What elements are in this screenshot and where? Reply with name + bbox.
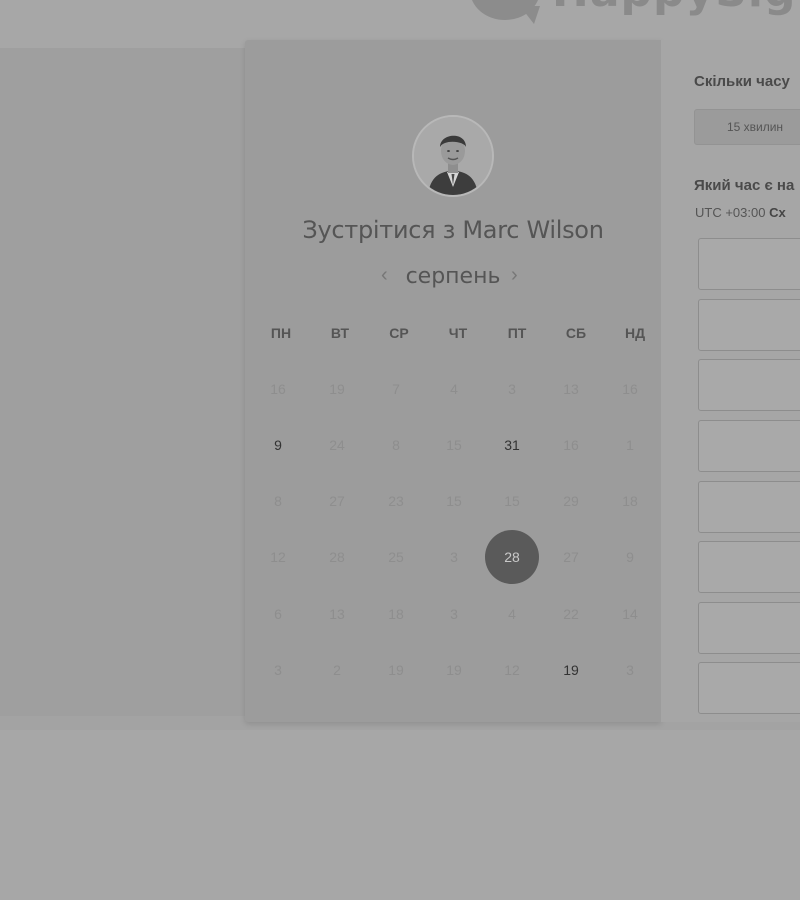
calendar-day: 3: [450, 606, 458, 622]
calendar-day: 29: [563, 493, 579, 509]
time-slot-button[interactable]: [698, 481, 800, 533]
calendar-day: 12: [504, 662, 520, 678]
calendar-day: 15: [446, 437, 462, 453]
time-slot-button[interactable]: [698, 541, 800, 593]
calendar-day: 1: [626, 437, 634, 453]
logo: HappySign: [470, 0, 800, 24]
calendar-day: 13: [563, 381, 579, 397]
calendar-panel: Зустрітися з Marc Wilson ‹ серпень › ПН В…: [245, 40, 661, 722]
weekday-header: ПН ВТ СР ЧТ ПТ СБ НД: [251, 325, 663, 345]
weekday-label: ВТ: [330, 325, 350, 341]
calendar-day-available[interactable]: 31: [485, 418, 539, 472]
calendar-day: 24: [329, 437, 345, 453]
calendar-day: 8: [274, 493, 282, 509]
time-slot-button[interactable]: [698, 662, 800, 714]
logo-text: HappySign: [552, 0, 800, 17]
calendar-day: 18: [388, 606, 404, 622]
calendar-day: 4: [450, 381, 458, 397]
calendar-day: 3: [508, 381, 516, 397]
calendar-day-available[interactable]: 19: [544, 643, 598, 697]
calendar-day: 3: [450, 549, 458, 565]
calendar-day: 6: [274, 606, 282, 622]
avatar: [412, 115, 494, 197]
month-navigation: ‹ серпень ›: [245, 262, 661, 292]
calendar-day: 19: [388, 662, 404, 678]
person-avatar-icon: [414, 117, 492, 195]
calendar-day: 19: [446, 662, 462, 678]
calendar-day: 23: [388, 493, 404, 509]
calendar-day-selected[interactable]: 28: [485, 530, 539, 584]
month-name: серпень: [405, 264, 501, 289]
weekday-label: ПТ: [507, 325, 527, 341]
chevron-right-icon[interactable]: ›: [511, 264, 518, 287]
calendar-day: 27: [329, 493, 345, 509]
weekday-label: СБ: [565, 325, 587, 341]
calendar-day: 15: [504, 493, 520, 509]
booking-panel: Скільки часу 15 хвилин Який час є на UTC…: [661, 40, 800, 722]
calendar-day: 13: [329, 606, 345, 622]
duration-question: Скільки часу: [694, 73, 790, 90]
calendar-day: 3: [274, 662, 282, 678]
calendar-day: 28: [329, 549, 345, 565]
weekday-label: НД: [624, 325, 646, 341]
calendar-day-available[interactable]: 9: [251, 418, 305, 472]
calendar-day: 16: [563, 437, 579, 453]
calendar-day: 16: [270, 381, 286, 397]
time-slot-button[interactable]: [698, 238, 800, 290]
time-slot-button[interactable]: [698, 602, 800, 654]
calendar-day: 25: [388, 549, 404, 565]
calendar-day: 8: [392, 437, 400, 453]
time-slot-button[interactable]: [698, 299, 800, 351]
calendar-day: 14: [622, 606, 638, 622]
weekday-label: СР: [389, 325, 409, 341]
time-question: Який час є на: [694, 177, 795, 194]
meet-title: Зустрітися з Marc Wilson: [302, 216, 604, 244]
calendar-day: 2: [333, 662, 341, 678]
calendar-day: 7: [392, 381, 400, 397]
calendar-day: 22: [563, 606, 579, 622]
calendar-day: 12: [270, 549, 286, 565]
calendar-day: 3: [626, 662, 634, 678]
calendar-day: 4: [508, 606, 516, 622]
timezone-label: UTC +03:00 Сх: [695, 205, 786, 220]
calendar-day: 9: [626, 549, 634, 565]
calendar-day: 19: [329, 381, 345, 397]
timezone-offset: UTC +03:00: [695, 205, 766, 220]
duration-option-button[interactable]: 15 хвилин: [694, 109, 800, 145]
calendar-day: 18: [622, 493, 638, 509]
weekday-label: ЧТ: [448, 325, 468, 341]
calendar-day: 15: [446, 493, 462, 509]
weekday-label: ПН: [270, 325, 292, 341]
time-slot-button[interactable]: [698, 420, 800, 472]
timezone-name: Сх: [769, 205, 786, 220]
calendar-day: 16: [622, 381, 638, 397]
time-slot-button[interactable]: [698, 359, 800, 411]
calendar-day: 27: [563, 549, 579, 565]
logo-bubble-tail: [520, 6, 540, 24]
